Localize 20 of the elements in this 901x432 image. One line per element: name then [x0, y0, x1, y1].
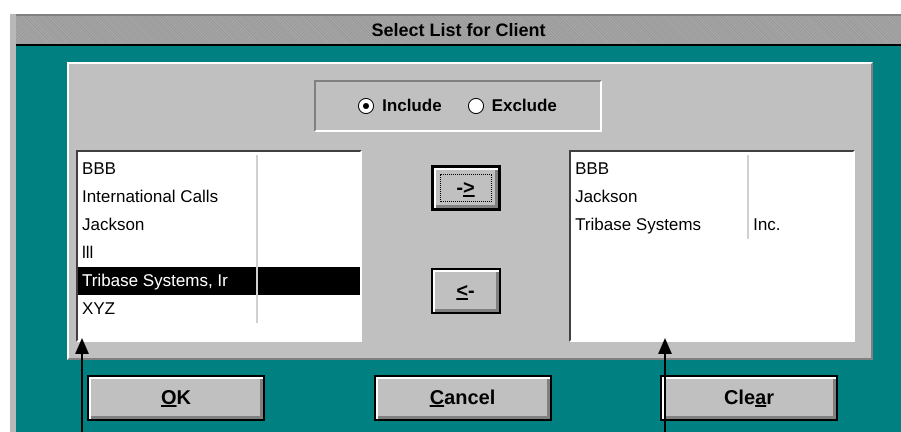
radio-dot[interactable]	[358, 98, 374, 114]
list-item[interactable]: XYZ	[78, 295, 360, 323]
list-item[interactable]: BBB	[571, 155, 853, 183]
window-title: Select List for Client	[16, 14, 901, 46]
dialog-button[interactable]: OK	[87, 375, 265, 421]
mode-radio[interactable]: Include	[358, 96, 442, 116]
move-button[interactable]: ->	[430, 165, 500, 211]
mode-radio[interactable]: Exclude	[468, 96, 557, 116]
dialog-button[interactable]: Cancel	[374, 375, 552, 421]
list-item[interactable]: Jackson	[78, 211, 360, 239]
radio-dot[interactable]	[468, 98, 484, 114]
dialog-button[interactable]: Clear	[660, 375, 838, 421]
move-button[interactable]: <-	[430, 268, 500, 314]
list-item[interactable]: BBB	[78, 155, 360, 183]
selected-list[interactable]: BBB Jackson Tribase Systems Inc.	[569, 150, 855, 342]
list-item[interactable]: Tribase Systems, Ir	[78, 267, 360, 295]
list-item[interactable]: International Calls	[78, 183, 360, 211]
list-item[interactable]: Tribase Systems Inc.	[571, 211, 853, 239]
list-item[interactable]: Jackson	[571, 183, 853, 211]
available-list[interactable]: BBB International Calls Jackson lll Tribase Systems, Ir XYZ	[76, 150, 362, 342]
